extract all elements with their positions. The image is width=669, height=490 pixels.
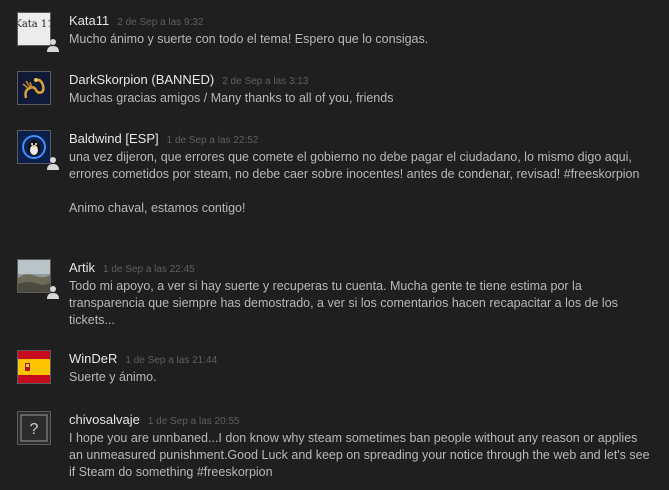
penguin-icon: [18, 131, 50, 163]
comment-header: Kata11 2 de Sep a las 9:32: [69, 12, 203, 30]
comment-text: I hope you are unnbaned...I don know why…: [69, 430, 654, 481]
comment-paragraph: Animo chaval, estamos contigo!: [69, 201, 246, 215]
comment-paragraph: Mucho ánimo y suerte con todo el tema! E…: [69, 32, 429, 46]
author-link[interactable]: Artik: [69, 260, 95, 275]
user-status-icon: [47, 39, 59, 52]
author-link[interactable]: Baldwind [ESP]: [69, 131, 159, 146]
comment-header: Baldwind [ESP] 1 de Sep a las 22:52: [69, 130, 258, 148]
comment-paragraph: una vez dijeron, que errores que comete …: [69, 150, 640, 181]
comment-text: Suerte y ánimo.: [69, 369, 654, 386]
avatar[interactable]: Kata 11: [17, 12, 51, 46]
comment-paragraph: Suerte y ánimo.: [69, 370, 157, 384]
avatar[interactable]: [17, 130, 51, 164]
scorpion-icon: [18, 72, 50, 104]
comment-date: 2 de Sep a las 9:32: [117, 17, 204, 28]
comment-paragraph: Muchas gracias amigos / Many thanks to a…: [69, 91, 394, 105]
comment-text: Muchas gracias amigos / Many thanks to a…: [69, 90, 654, 107]
comment-date: 1 de Sep a las 22:52: [166, 135, 259, 146]
author-link[interactable]: WinDeR: [69, 351, 117, 366]
landscape-icon: [18, 260, 50, 292]
comment-header: Artik 1 de Sep a las 22:45: [69, 259, 195, 277]
comment-paragraph: I hope you are unnbaned...I don know why…: [69, 431, 650, 479]
user-status-icon: [47, 286, 59, 299]
comment-date: 1 de Sep a las 22:45: [103, 264, 195, 275]
comment-header: chivosalvaje 1 de Sep a las 20:55: [69, 411, 240, 429]
svg-text:?: ?: [30, 421, 39, 438]
comment-header: WinDeR 1 de Sep a las 21:44: [69, 350, 217, 368]
comment-text: Mucho ánimo y suerte con todo el tema! E…: [69, 31, 654, 48]
comment-header: DarkSkorpion (BANNED) 2 de Sep a las 3:13: [69, 71, 308, 89]
comment-paragraph: Todo mi apoyo, a ver si hay suerte y rec…: [69, 279, 618, 327]
comment-text: una vez dijeron, que errores que comete …: [69, 149, 654, 217]
question-mark-icon: ?: [18, 412, 50, 444]
comment-date: 1 de Sep a las 21:44: [125, 355, 218, 366]
user-status-icon: [47, 157, 59, 170]
comment-text: Todo mi apoyo, a ver si hay suerte y rec…: [69, 278, 654, 329]
avatar[interactable]: [17, 350, 51, 384]
author-link[interactable]: chivosalvaje: [69, 412, 140, 427]
author-link[interactable]: DarkSkorpion (BANNED): [69, 72, 214, 87]
avatar[interactable]: [17, 71, 51, 105]
author-link[interactable]: Kata11: [69, 13, 109, 28]
comment-date: 2 de Sep a las 3:13: [222, 76, 309, 87]
avatar[interactable]: ?: [17, 411, 51, 445]
avatar[interactable]: [17, 259, 51, 293]
comment-date: 1 de Sep a las 20:55: [147, 416, 240, 427]
kata-logo-text: Kata 11: [18, 19, 50, 30]
spain-flag-icon: [18, 351, 50, 383]
